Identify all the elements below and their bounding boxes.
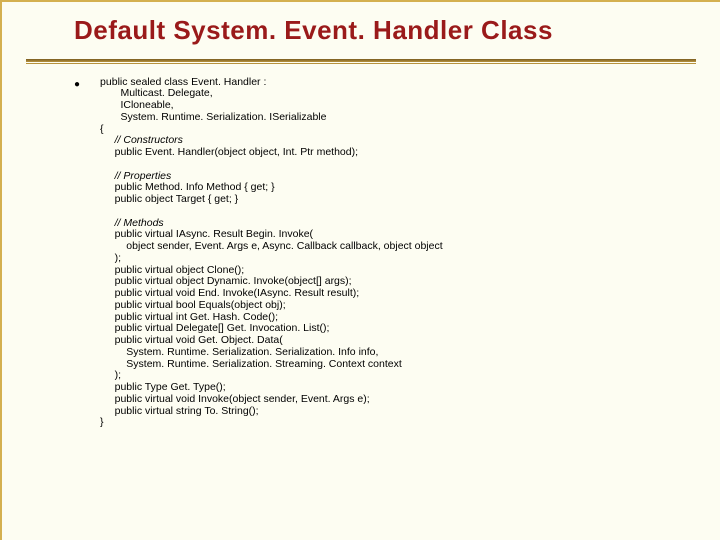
content-block: ● public sealed class Event. Handler : M… (74, 77, 696, 430)
code-line: public Type Get. Type(); (100, 381, 226, 393)
code-line: { (100, 123, 104, 135)
code-comment: // Methods (100, 217, 164, 229)
code-block: public sealed class Event. Handler : Mul… (100, 77, 443, 430)
code-line: System. Runtime. Serialization. ISeriali… (100, 111, 326, 123)
code-line: public virtual string To. String(); (100, 405, 259, 417)
bullet-icon: ● (74, 80, 80, 90)
code-line: Multicast. Delegate, (100, 87, 213, 99)
slide-title: Default System. Event. Handler Class (74, 16, 696, 45)
code-line: public virtual void End. Invoke(IAsync. … (100, 287, 359, 299)
code-line: public virtual void Get. Object. Data( (100, 334, 283, 346)
code-line: ); (100, 252, 121, 264)
code-line: object sender, Event. Args e, Async. Cal… (100, 240, 443, 252)
code-line: public Method. Info Method { get; } (100, 181, 275, 193)
code-line: public object Target { get; } (100, 193, 238, 205)
code-line: public virtual IAsync. Result Begin. Inv… (100, 228, 313, 240)
code-line: public virtual void Invoke(object sender… (100, 393, 370, 405)
code-comment: // Constructors (100, 134, 183, 146)
title-divider (26, 59, 696, 65)
code-line: ICloneable, (100, 99, 174, 111)
code-line: public virtual bool Equals(object obj); (100, 299, 286, 311)
code-line: System. Runtime. Serialization. Streamin… (100, 358, 402, 370)
code-line: } (100, 416, 104, 428)
divider-thick (26, 59, 696, 62)
code-comment: // Properties (100, 170, 171, 182)
code-line: public virtual object Dynamic. Invoke(ob… (100, 275, 352, 287)
code-line: ); (100, 369, 121, 381)
code-line: public sealed class Event. Handler : (100, 76, 266, 88)
code-line: public virtual int Get. Hash. Code(); (100, 311, 278, 323)
code-line: public virtual Delegate[] Get. Invocatio… (100, 322, 329, 334)
code-line: System. Runtime. Serialization. Serializ… (100, 346, 378, 358)
divider-thin (26, 63, 696, 64)
code-line: public virtual object Clone(); (100, 264, 244, 276)
code-line: public Event. Handler(object object, Int… (100, 146, 358, 158)
slide-container: Default System. Event. Handler Class ● p… (0, 0, 720, 540)
